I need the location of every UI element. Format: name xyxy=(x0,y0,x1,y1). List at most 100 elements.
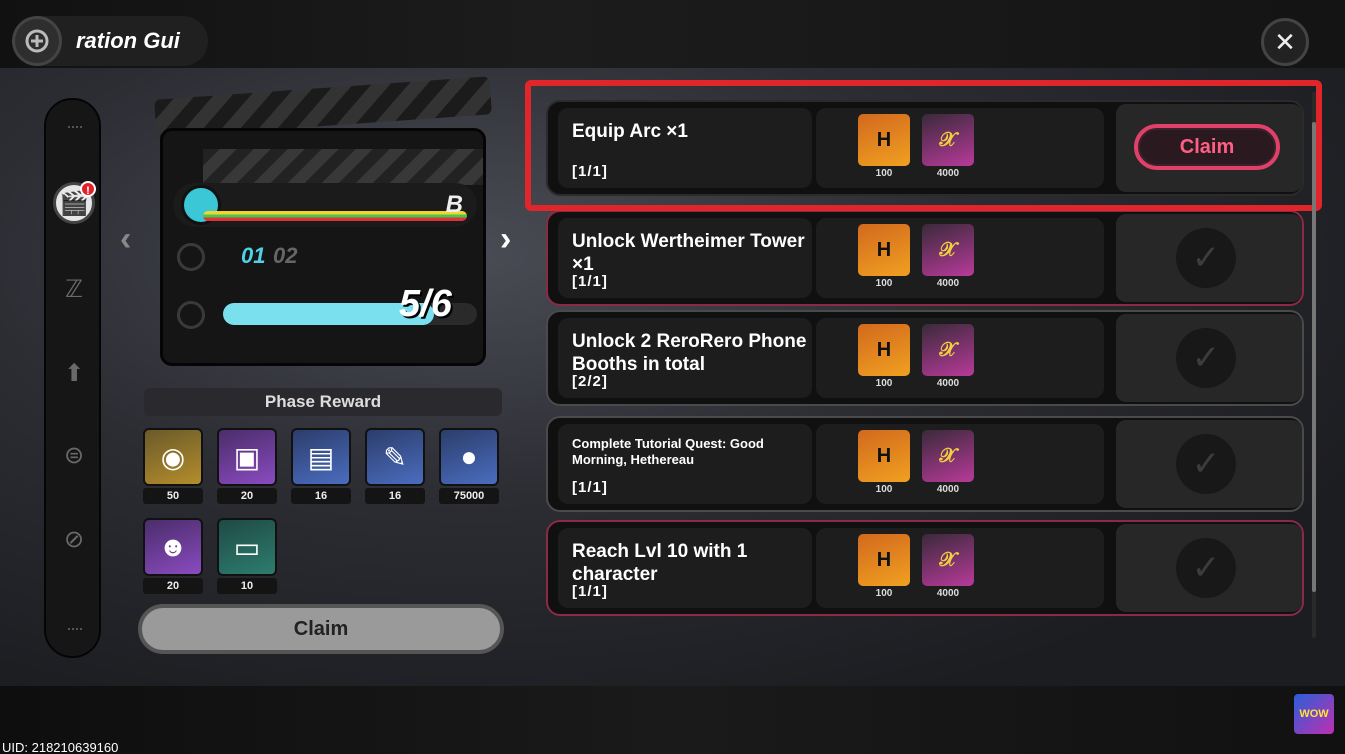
phase-claim-button[interactable]: Claim xyxy=(138,604,504,654)
quest-reward-qty: 4000 xyxy=(936,378,960,389)
quest-reward-qty: 100 xyxy=(875,378,893,389)
phase-reward-title: Phase Reward xyxy=(144,388,502,416)
quest-text-panel: Complete Tutorial Quest: Good Morning, H… xyxy=(558,424,812,504)
quest-title: Unlock 2 ReroRero Phone Booths in total xyxy=(572,331,807,375)
phase-reward-item[interactable]: ▣ 20 xyxy=(217,428,277,504)
quest-rewards: H 100 𝒳 4000 xyxy=(816,218,1104,298)
quest-reward-item[interactable]: 𝒳 4000 xyxy=(922,534,974,599)
completed-check-icon: ✓ xyxy=(1176,538,1236,598)
title-pill: ration Gui xyxy=(12,16,208,66)
quest-reward-qty: 100 xyxy=(875,278,893,289)
paint-tube-icon: ✎ xyxy=(365,428,425,486)
no-eye-icon: ⊘ xyxy=(63,525,85,553)
bottom-bar xyxy=(0,686,1345,754)
quest-progress: [1/1] xyxy=(572,479,608,496)
nav-item-clapperboard[interactable]: 🎬 ! xyxy=(53,181,96,224)
quest-reward-item[interactable]: H 100 xyxy=(858,324,910,389)
ticket-icon: H xyxy=(858,430,910,482)
completed-check-icon: ✓ xyxy=(1176,228,1236,288)
reward-quantity: 16 xyxy=(291,488,351,504)
arrow-up-icon: ⬆ xyxy=(63,359,85,387)
phase-reward-item[interactable]: ✎ 16 xyxy=(365,428,425,504)
quest-action-panel: ✓ xyxy=(1116,420,1302,508)
phase-card: B 01 02 5/6 xyxy=(160,128,486,366)
completed-check-icon: ✓ xyxy=(1176,328,1236,388)
quest-reward-qty: 100 xyxy=(875,484,893,495)
quest-progress: [1/1] xyxy=(572,583,608,600)
quest-action-panel: ✓ xyxy=(1116,314,1302,402)
quest-rewards: H 100 𝒳 4000 xyxy=(816,528,1104,608)
quest-reward-item[interactable]: H 100 xyxy=(858,430,910,495)
reward-quantity: 20 xyxy=(143,578,203,594)
supply-case-icon: ▭ xyxy=(217,518,277,576)
quest-reward-item[interactable]: H 100 xyxy=(858,224,910,289)
previous-phase-arrow[interactable]: ‹ xyxy=(120,220,131,259)
notification-badge: ! xyxy=(80,181,96,197)
watermark-logo: WOW xyxy=(1294,694,1334,734)
film-icon: 𝒳 xyxy=(922,324,974,376)
nav-item-hamburger[interactable]: ⊜ xyxy=(53,434,95,476)
polychrome-orb-icon: ◉ xyxy=(143,428,203,486)
clock-icon xyxy=(177,301,205,329)
completed-check-icon: ✓ xyxy=(1176,434,1236,494)
side-nav: 🎬 ! ℤ ⬆ ⊜ ⊘ xyxy=(44,98,101,658)
tape-chip-icon: ▣ xyxy=(217,428,277,486)
quest-reward-item[interactable]: 𝒳 4000 xyxy=(922,430,974,495)
phase-next: 02 xyxy=(273,243,298,268)
quest-row: Complete Tutorial Quest: Good Morning, H… xyxy=(546,416,1304,512)
quest-reward-qty: 100 xyxy=(875,588,893,599)
nav-dots-bottom xyxy=(68,628,82,631)
quest-progress: [1/1] xyxy=(572,273,608,290)
ticket-icon: H xyxy=(858,534,910,586)
nav-dots-top xyxy=(68,126,82,129)
page-title: ration Gui xyxy=(76,28,180,53)
reward-quantity: 75000 xyxy=(439,488,499,504)
close-button[interactable]: ✕ xyxy=(1261,18,1309,66)
highlight-box xyxy=(525,80,1322,211)
clapper-stripe xyxy=(203,149,483,185)
compass-logo-icon xyxy=(12,16,62,66)
reward-quantity: 50 xyxy=(143,488,203,504)
film-reel-icon xyxy=(177,243,205,271)
quest-reward-item[interactable]: 𝒳 4000 xyxy=(922,324,974,389)
film-icon: 𝒳 xyxy=(922,224,974,276)
next-phase-arrow[interactable]: › xyxy=(500,220,511,259)
quest-action-panel: ✓ xyxy=(1116,214,1302,302)
phase-progress-text: 5/6 xyxy=(399,283,452,325)
rank-banner: B xyxy=(173,183,477,227)
rank-letter: B xyxy=(445,191,463,218)
quest-row: Reach Lvl 10 with 1 character [1/1] H 100 𝒳 4… xyxy=(546,520,1304,616)
quest-progress: [2/2] xyxy=(572,373,608,390)
reward-quantity: 10 xyxy=(217,578,277,594)
phase-reward-item[interactable]: ● 75000 xyxy=(439,428,499,504)
quest-title: Unlock Wertheimer Tower ×1 xyxy=(572,231,805,275)
phase-reward-item[interactable]: ▭ 10 xyxy=(217,518,277,594)
phase-reward-item[interactable]: ☻ 20 xyxy=(143,518,203,594)
coin-icon: ● xyxy=(439,428,499,486)
ticket-icon: H xyxy=(858,224,910,276)
phase-reward-item[interactable]: ◉ 50 xyxy=(143,428,203,504)
quest-reward-qty: 4000 xyxy=(936,484,960,495)
rainbow-stripes xyxy=(203,211,467,221)
quest-scrollbar[interactable] xyxy=(1312,92,1316,638)
close-icon: ✕ xyxy=(1274,26,1296,57)
quest-title: Complete Tutorial Quest: Good Morning, H… xyxy=(572,436,764,467)
nav-item-arrow-up[interactable]: ⬆ xyxy=(53,352,95,394)
quest-text-panel: Reach Lvl 10 with 1 character [1/1] xyxy=(558,528,812,608)
quest-reward-item[interactable]: H 100 xyxy=(858,534,910,599)
uid-label: UID: 218210639160 xyxy=(2,740,119,754)
nav-item-no-eye[interactable]: ⊘ xyxy=(53,518,95,560)
scroll-thumb[interactable] xyxy=(1312,122,1316,592)
film-icon: 𝒳 xyxy=(922,534,974,586)
quest-rewards: H 100 𝒳 4000 xyxy=(816,424,1104,504)
nav-item-z-logo[interactable]: ℤ xyxy=(53,268,95,310)
quest-rewards: H 100 𝒳 4000 xyxy=(816,318,1104,398)
film-icon: 𝒳 xyxy=(922,430,974,482)
quest-reward-item[interactable]: 𝒳 4000 xyxy=(922,224,974,289)
phase-reward-item[interactable]: ▤ 16 xyxy=(291,428,351,504)
hamburger-icon: ⊜ xyxy=(63,441,85,469)
quest-text-panel: Unlock 2 ReroRero Phone Booths in total[… xyxy=(558,318,812,398)
reward-quantity: 16 xyxy=(365,488,425,504)
reward-quantity: 20 xyxy=(217,488,277,504)
ticket-icon: H xyxy=(858,324,910,376)
